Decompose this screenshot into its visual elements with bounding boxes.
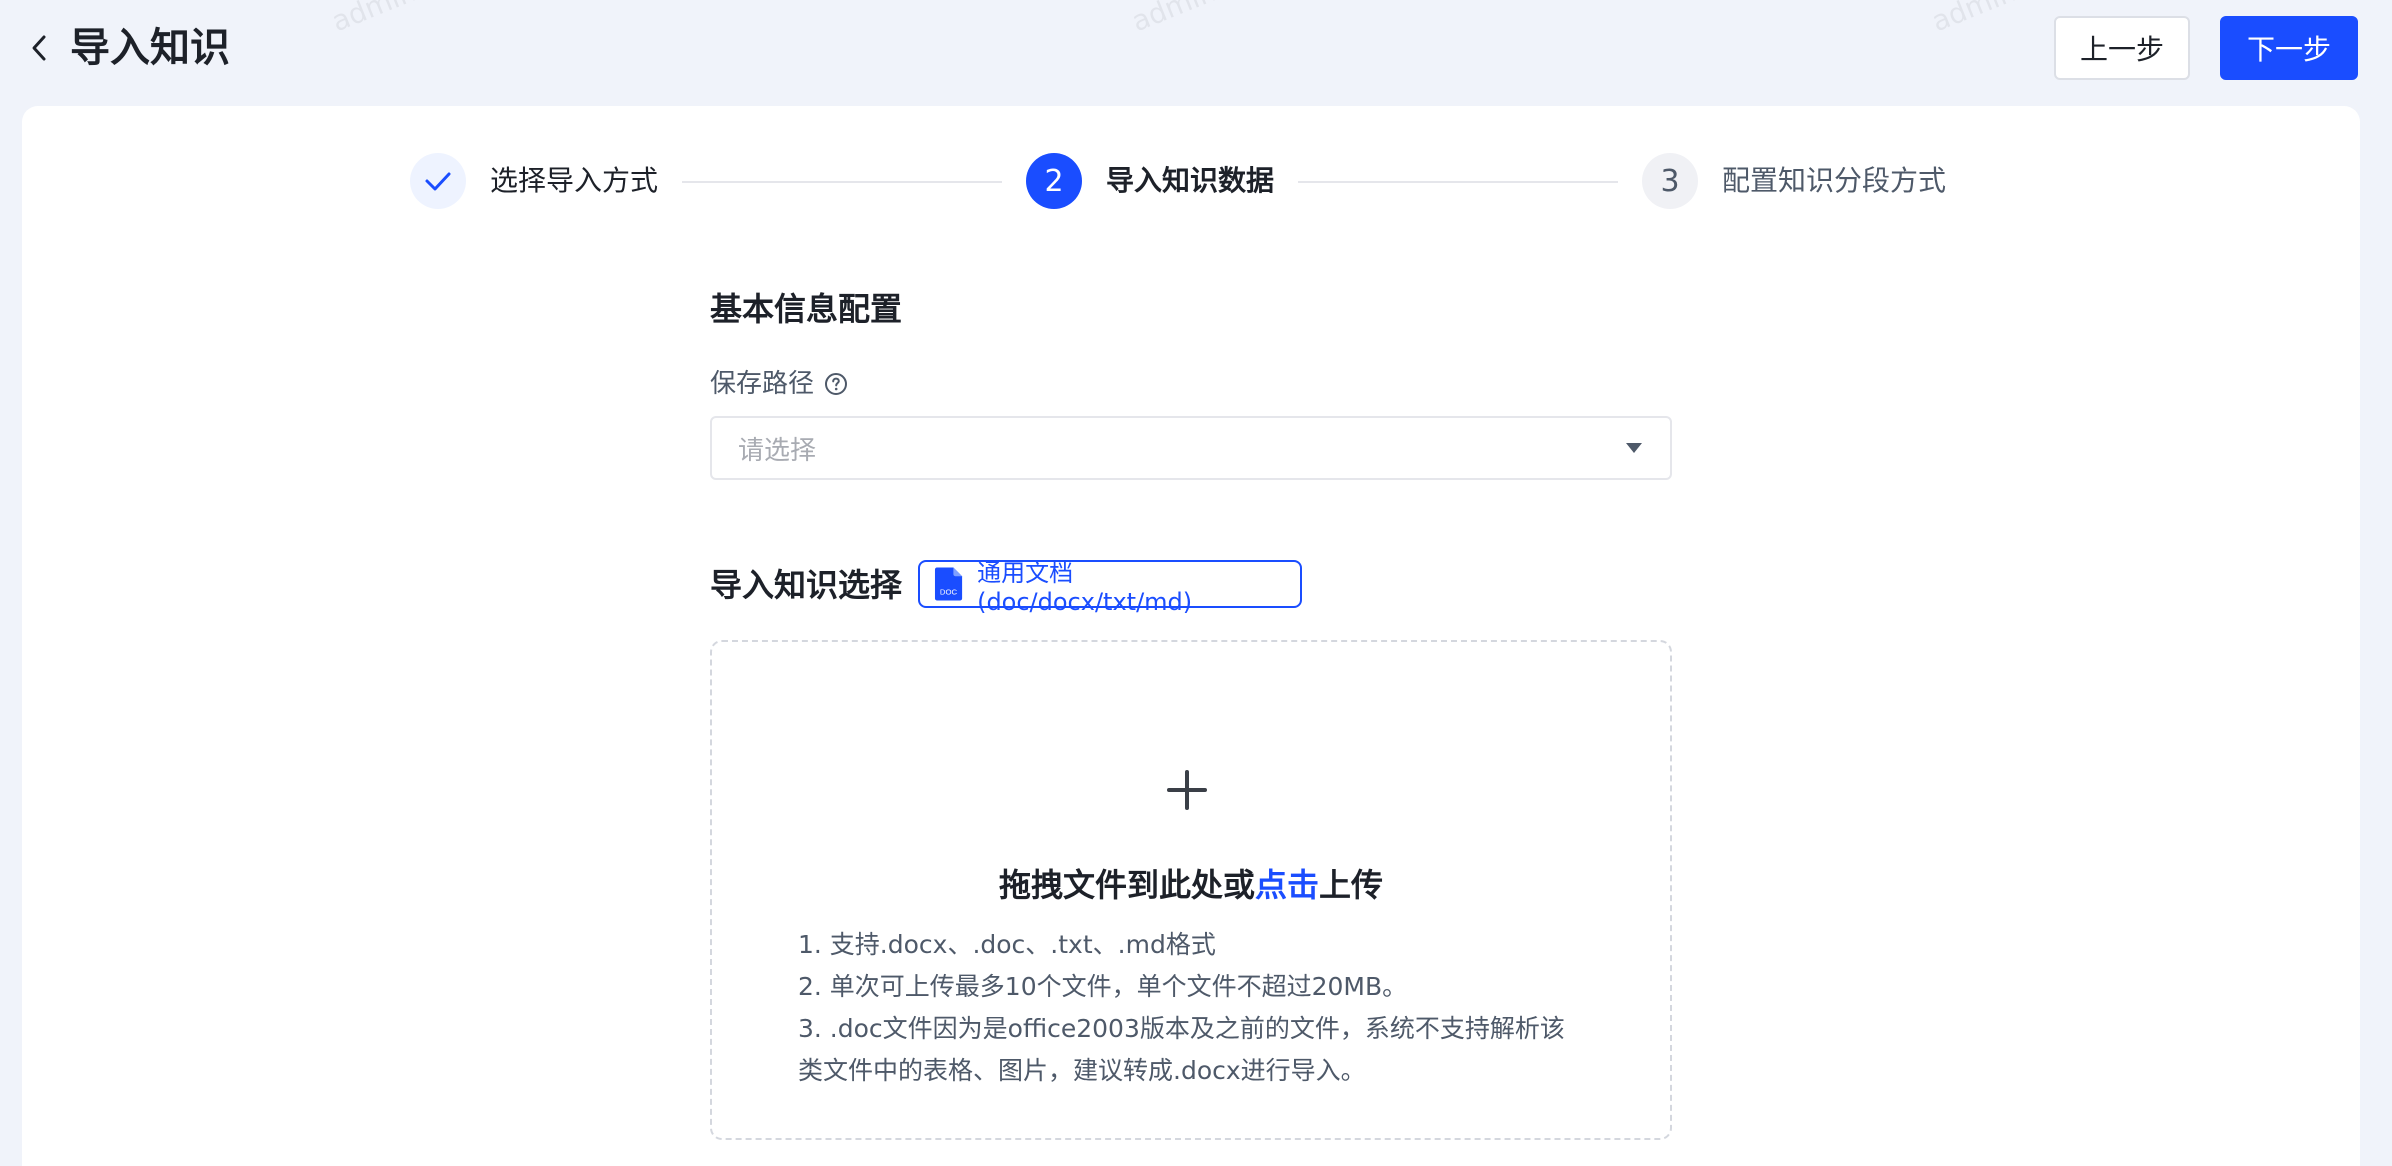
upload-tip: 1. 支持.docx、.doc、.txt、.md格式	[798, 930, 1216, 959]
chevron-left-icon	[32, 35, 46, 61]
step-divider	[1298, 181, 1618, 183]
upload-title: 拖拽文件到此处或点击上传	[712, 864, 1670, 906]
doc-type-tag[interactable]: DOC 通用文档 (doc/docx/txt/md)	[918, 559, 1302, 616]
step-1-circle	[410, 153, 466, 209]
upload-tip: 3. .doc文件因为是office2003版本及之前的文件，系统不支持解析该类…	[798, 1014, 1565, 1085]
save-path-label-text: 保存路径	[710, 369, 815, 399]
step-1-label: 选择导入方式	[490, 164, 659, 197]
prev-step-button[interactable]: 上一步	[2054, 16, 2190, 80]
import-knowledge-page: admin admin admin admin admin admin admi…	[0, 0, 2392, 1166]
step-3-label: 配置知识分段方式	[1722, 164, 1947, 197]
save-path-label: 保存路径	[710, 366, 848, 402]
upload-title-after: 上传	[1319, 866, 1384, 904]
upload-dropzone[interactable]: 拖拽文件到此处或点击上传 1. 支持.docx、.doc、.txt、.md格式 …	[710, 640, 1672, 1140]
help-icon[interactable]	[824, 372, 848, 396]
page-header: 导入知识 上一步 下一步	[0, 0, 2392, 100]
save-path-select[interactable]: 请选择	[710, 416, 1672, 480]
upload-click-link[interactable]: 点击	[1255, 866, 1319, 904]
doc-type-tag-label: 通用文档 (doc/docx/txt/md)	[977, 558, 1193, 616]
next-step-button[interactable]: 下一步	[2220, 16, 2358, 80]
svg-text:DOC: DOC	[940, 588, 958, 597]
basic-info-title: 基本信息配置	[710, 290, 903, 328]
check-icon	[425, 172, 451, 191]
plus-icon	[1167, 770, 1207, 810]
step-3-circle: 3	[1642, 153, 1698, 209]
upload-tip: 2. 单次可上传最多10个文件，单个文件不超过20MB。	[798, 972, 1408, 1001]
import-select-title: 导入知识选择	[710, 566, 903, 604]
save-path-placeholder: 请选择	[738, 435, 817, 466]
step-divider	[682, 181, 1002, 183]
stepper: 选择导入方式 2 导入知识数据 3 配置知识分段方式	[22, 146, 2360, 216]
page-title: 导入知识	[70, 25, 230, 71]
upload-tips: 1. 支持.docx、.doc、.txt、.md格式 2. 单次可上传最多10个…	[798, 924, 1588, 1092]
back-button[interactable]	[24, 30, 54, 66]
caret-down-icon	[1626, 443, 1642, 453]
step-2-circle: 2	[1026, 153, 1082, 209]
step-2-label: 导入知识数据	[1106, 164, 1275, 197]
doc-file-icon: DOC	[934, 567, 963, 601]
upload-title-before: 拖拽文件到此处或	[998, 866, 1255, 904]
